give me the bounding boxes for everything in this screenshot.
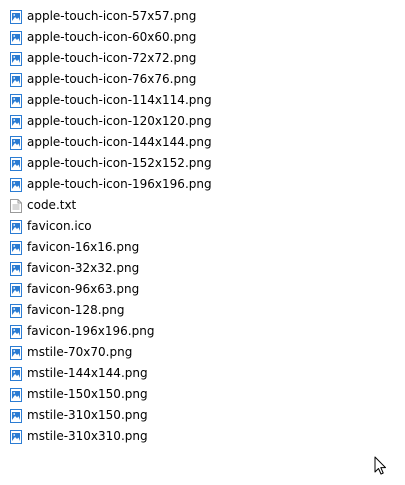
file-item[interactable]: mstile-144x144.png xyxy=(10,363,212,384)
image-file-icon xyxy=(10,30,22,45)
file-item[interactable]: mstile-70x70.png xyxy=(10,342,212,363)
file-name: mstile-144x144.png xyxy=(27,366,148,380)
file-name: favicon-16x16.png xyxy=(27,240,140,254)
file-item[interactable]: apple-touch-icon-196x196.png xyxy=(10,174,212,195)
image-file-icon xyxy=(10,387,22,402)
file-item[interactable]: mstile-310x150.png xyxy=(10,405,212,426)
file-item[interactable]: apple-touch-icon-114x114.png xyxy=(10,90,212,111)
file-item[interactable]: favicon-96x63.png xyxy=(10,279,212,300)
image-file-icon xyxy=(10,261,22,276)
file-name: apple-touch-icon-57x57.png xyxy=(27,9,197,23)
file-name: apple-touch-icon-72x72.png xyxy=(27,51,197,65)
file-name: mstile-70x70.png xyxy=(27,345,133,359)
file-item[interactable]: apple-touch-icon-72x72.png xyxy=(10,48,212,69)
file-item[interactable]: favicon-128.png xyxy=(10,300,212,321)
file-name: apple-touch-icon-120x120.png xyxy=(27,114,212,128)
file-name: favicon-96x63.png xyxy=(27,282,140,296)
image-file-icon xyxy=(10,72,22,87)
file-name: favicon-196x196.png xyxy=(27,324,155,338)
image-file-icon xyxy=(10,135,22,150)
file-item[interactable]: mstile-150x150.png xyxy=(10,384,212,405)
image-file-icon xyxy=(10,303,22,318)
file-item[interactable]: favicon-196x196.png xyxy=(10,321,212,342)
file-item[interactable]: apple-touch-icon-120x120.png xyxy=(10,111,212,132)
file-name: apple-touch-icon-144x144.png xyxy=(27,135,212,149)
image-file-icon xyxy=(10,345,22,360)
image-file-icon xyxy=(10,114,22,129)
image-file-icon xyxy=(10,51,22,66)
image-file-icon xyxy=(10,282,22,297)
image-file-icon xyxy=(10,219,22,234)
text-file-icon xyxy=(10,198,22,213)
file-name: apple-touch-icon-196x196.png xyxy=(27,177,212,191)
image-file-icon xyxy=(10,366,22,381)
file-item[interactable]: favicon-16x16.png xyxy=(10,237,212,258)
file-item[interactable]: favicon-32x32.png xyxy=(10,258,212,279)
file-name: code.txt xyxy=(27,198,77,212)
file-item[interactable]: favicon.ico xyxy=(10,216,212,237)
file-name: favicon-32x32.png xyxy=(27,261,140,275)
file-item[interactable]: apple-touch-icon-144x144.png xyxy=(10,132,212,153)
file-name: apple-touch-icon-76x76.png xyxy=(27,72,197,86)
file-item[interactable]: apple-touch-icon-152x152.png xyxy=(10,153,212,174)
file-list: apple-touch-icon-57x57.png apple-touch-i… xyxy=(10,6,212,447)
file-name: apple-touch-icon-114x114.png xyxy=(27,93,212,107)
image-file-icon xyxy=(10,429,22,444)
file-name: favicon-128.png xyxy=(27,303,125,317)
file-item[interactable]: code.txt xyxy=(10,195,212,216)
file-name: favicon.ico xyxy=(27,219,92,233)
file-item[interactable]: apple-touch-icon-57x57.png xyxy=(10,6,212,27)
file-name: apple-touch-icon-60x60.png xyxy=(27,30,197,44)
file-item[interactable]: mstile-310x310.png xyxy=(10,426,212,447)
image-file-icon xyxy=(10,9,22,24)
image-file-icon xyxy=(10,177,22,192)
file-name: mstile-150x150.png xyxy=(27,387,148,401)
file-item[interactable]: apple-touch-icon-76x76.png xyxy=(10,69,212,90)
image-file-icon xyxy=(10,93,22,108)
file-name: mstile-310x310.png xyxy=(27,429,148,443)
file-item[interactable]: apple-touch-icon-60x60.png xyxy=(10,27,212,48)
image-file-icon xyxy=(10,324,22,339)
file-name: mstile-310x150.png xyxy=(27,408,148,422)
mouse-pointer-icon xyxy=(374,456,386,475)
image-file-icon xyxy=(10,240,22,255)
image-file-icon xyxy=(10,156,22,171)
file-name: apple-touch-icon-152x152.png xyxy=(27,156,212,170)
image-file-icon xyxy=(10,408,22,423)
